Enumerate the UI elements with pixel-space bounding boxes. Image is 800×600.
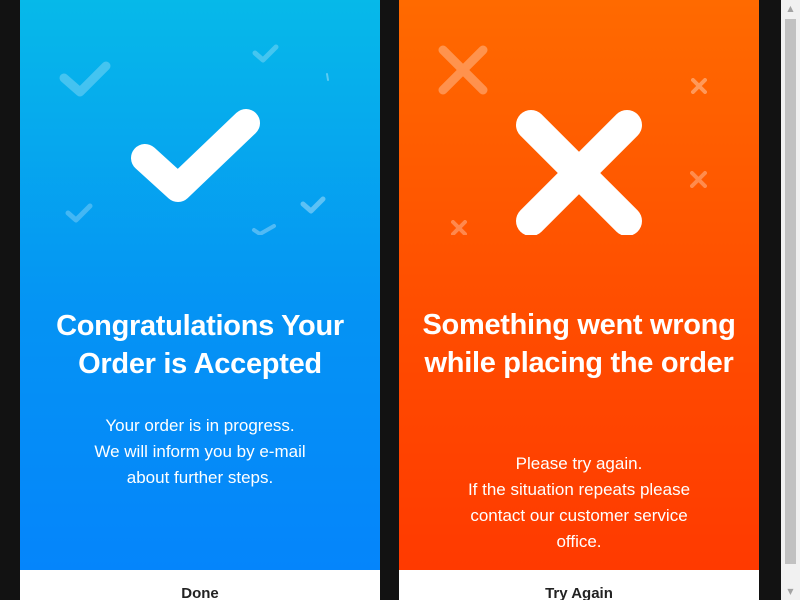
- error-message-line: Please try again.: [515, 454, 643, 473]
- scrollbar-thumb[interactable]: [785, 19, 796, 564]
- error-illustration: [438, 45, 707, 235]
- small-checkmark-icon: [252, 224, 276, 235]
- success-message-line: about further steps.: [126, 468, 274, 487]
- small-cross-icon: [438, 45, 488, 95]
- page: Congratulations Your Order is Accepted Y…: [0, 0, 800, 600]
- scroll-down-arrow-icon[interactable]: ▼: [781, 583, 800, 600]
- scroll-up-arrow-icon[interactable]: ▲: [781, 0, 800, 17]
- vertical-scrollbar[interactable]: ▲ ▼: [781, 0, 800, 600]
- error-message-line: If the situation repeats please: [467, 480, 691, 499]
- small-checkmark-icon: [65, 203, 93, 223]
- error-message: Please try again. If the situation repea…: [419, 451, 739, 555]
- done-button[interactable]: Done: [20, 570, 380, 600]
- order-accepted-card: Congratulations Your Order is Accepted Y…: [20, 0, 380, 600]
- checkmark-icon: [131, 109, 260, 202]
- try-again-button[interactable]: Try Again: [399, 570, 759, 600]
- success-illustration: [59, 44, 329, 235]
- success-message-line: Your order is in progress.: [105, 416, 295, 435]
- small-cross-icon: [451, 220, 467, 235]
- cross-icon: [516, 110, 642, 235]
- error-message-line: office.: [556, 532, 602, 551]
- success-title: Congratulations Your Order is Accepted: [56, 310, 344, 380]
- error-title: Something went wrong while placing the o…: [422, 309, 736, 379]
- success-message-line: We will inform you by e-mail: [94, 442, 306, 461]
- small-cross-icon: [691, 78, 707, 94]
- small-checkmark-icon: [252, 44, 279, 63]
- order-error-card: Something went wrong while placing the o…: [399, 0, 759, 600]
- small-cross-icon: [690, 171, 707, 188]
- error-message-line: contact our customer service: [470, 506, 688, 525]
- small-checkmark-icon: [326, 73, 329, 81]
- small-checkmark-icon: [300, 196, 326, 214]
- small-checkmark-icon: [59, 61, 111, 97]
- order-error-panel: Something went wrong while placing the o…: [399, 0, 759, 570]
- order-accepted-panel: Congratulations Your Order is Accepted Y…: [20, 0, 380, 570]
- success-message: Your order is in progress. We will infor…: [40, 413, 360, 491]
